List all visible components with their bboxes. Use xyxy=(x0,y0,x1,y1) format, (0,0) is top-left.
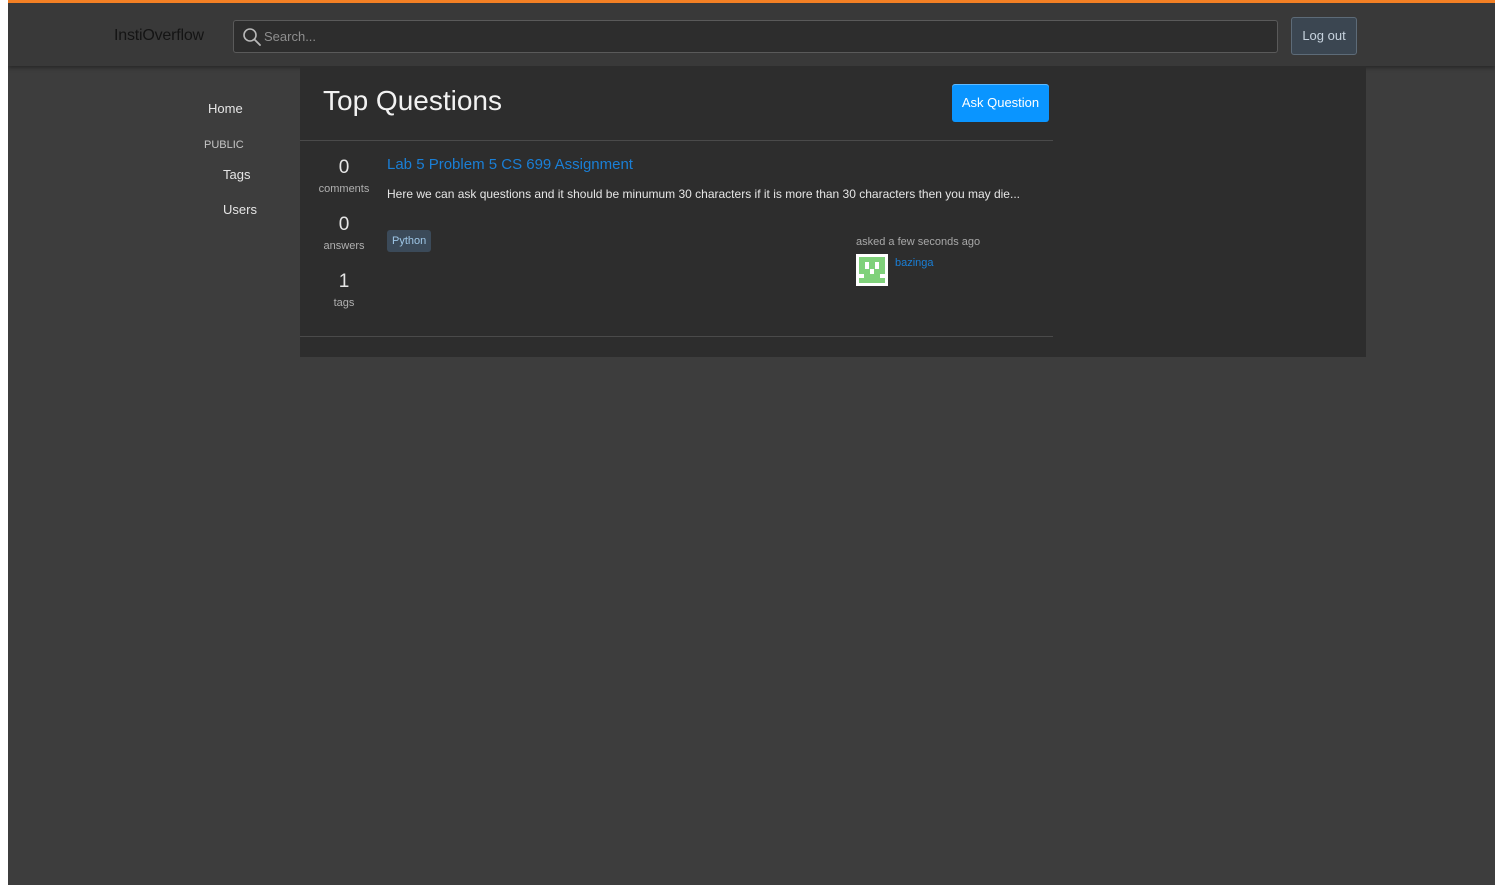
answers-label: answers xyxy=(323,240,365,252)
page-title: Top Questions xyxy=(323,85,502,116)
top-navbar: InstiOverflow Log out xyxy=(8,0,1495,66)
ask-question-button[interactable]: Ask Question xyxy=(952,84,1049,122)
sidebar-item-home[interactable]: Home xyxy=(208,101,243,116)
answers-stat: 0 answers xyxy=(300,214,388,252)
question-list-item: 0 comments 0 answers 1 tags Lab 5 Proble… xyxy=(300,141,1053,337)
asked-timestamp: asked a few seconds ago xyxy=(856,236,981,248)
search-box[interactable] xyxy=(233,20,1278,53)
tags-count: 1 xyxy=(338,271,350,292)
avatar[interactable] xyxy=(856,254,888,286)
brand-logo[interactable]: InstiOverflow xyxy=(114,27,204,45)
sidebar-section-label: PUBLIC xyxy=(204,139,244,151)
divider xyxy=(300,336,1053,337)
search-input[interactable] xyxy=(264,21,1264,52)
sidebar-item-users[interactable]: Users xyxy=(223,202,257,217)
question-title-link[interactable]: Lab 5 Problem 5 CS 699 Assignment xyxy=(387,156,633,173)
answers-count: 0 xyxy=(338,214,350,235)
tag-badge[interactable]: Python xyxy=(387,230,432,252)
left-sidebar: Home PUBLIC Tags Users xyxy=(8,66,300,885)
sidebar-item-tags[interactable]: Tags xyxy=(223,167,250,182)
app-screen: InstiOverflow Log out Home PUBLIC Tags U… xyxy=(8,0,1495,885)
main-content: Top Questions Ask Question 0 comments 0 … xyxy=(300,66,1366,357)
logout-button[interactable]: Log out xyxy=(1291,17,1357,55)
comments-stat: 0 comments xyxy=(300,157,388,195)
search-icon xyxy=(243,28,261,46)
comments-label: comments xyxy=(318,183,370,195)
tags-stat: 1 tags xyxy=(300,271,388,309)
author-username-link[interactable]: bazinga xyxy=(895,257,934,269)
identicon-icon xyxy=(856,254,888,286)
tags-label: tags xyxy=(333,297,355,309)
comments-count: 0 xyxy=(338,157,350,178)
question-excerpt: Here we can ask questions and it should … xyxy=(387,187,1020,201)
